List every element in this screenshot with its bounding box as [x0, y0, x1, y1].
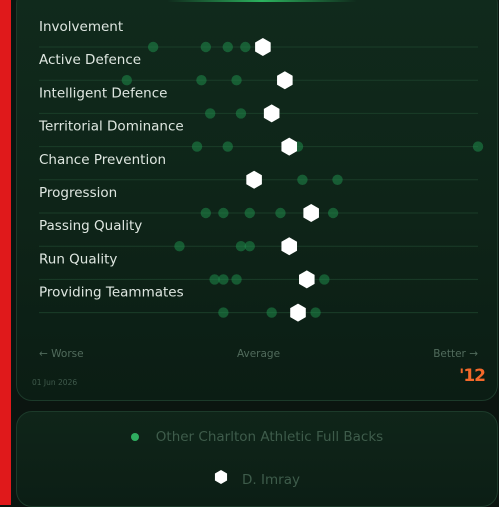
player-marker-intelligent-defence	[263, 104, 280, 123]
player-hexagon-chance-prevention	[246, 170, 262, 189]
dot-chart: Involvement Active Defence Intelligent Def…	[32, 19, 484, 387]
footer-date: 01 Jun 2026	[32, 378, 77, 387]
player-marker-passing-quality	[281, 237, 298, 256]
metric-label-active-defence: Active Defence	[39, 52, 141, 68]
metric-label-involvement: Involvement	[39, 19, 123, 35]
peer-dot-passing-quality-0	[174, 241, 185, 252]
peer-dot-run-quality-1	[218, 274, 229, 285]
legend-label-others: Other Charlton Athletic Full Backs	[155, 429, 384, 445]
brand-logo: '12	[459, 366, 486, 386]
peer-dot-progression-0	[200, 207, 212, 219]
peer-dot-providing-teammates-2	[310, 307, 321, 318]
metric-label-passing-quality: Passing Quality	[39, 218, 142, 234]
legend-item-player: D. Imray	[17, 470, 497, 488]
peer-dot-passing-quality-2	[244, 241, 255, 252]
player-hexagon-active-defence	[277, 71, 293, 90]
peer-dot-progression-3	[275, 207, 286, 219]
legend-item-others: Other Charlton Athletic Full Backs	[17, 429, 497, 445]
peer-dot-territorial-dominance-1	[222, 141, 233, 152]
peer-dot-territorial-dominance-0	[191, 141, 203, 152]
legend-label-player: D. Imray	[242, 472, 300, 488]
legend-dot-icon	[130, 433, 139, 441]
player-marker-providing-teammates	[290, 303, 306, 322]
peer-dot-run-quality-2	[231, 274, 242, 285]
peer-dot-progression-2	[244, 207, 255, 219]
peer-dot-providing-teammates-1	[266, 307, 277, 318]
peer-dot-involvement-1	[200, 41, 212, 53]
peer-dot-run-quality-3	[319, 274, 330, 285]
peer-dot-progression-1	[218, 207, 229, 219]
legend-card: Other Charlton Athletic Full Backs D. Im…	[16, 411, 498, 507]
peer-dot-territorial-dominance-3	[472, 141, 484, 152]
player-hexagon-run-quality	[299, 270, 315, 289]
peer-dot-involvement-3	[240, 41, 251, 53]
axis-label-worse: ← Worse	[39, 348, 84, 360]
player-marker-active-defence	[277, 71, 293, 90]
peer-dot-intelligent-defence-0	[205, 108, 216, 119]
player-hexagon-territorial-dominance	[281, 137, 298, 156]
metric-label-progression: Progression	[39, 185, 117, 201]
peer-dot-involvement-0	[147, 41, 159, 53]
hexagon-icon	[214, 470, 228, 484]
metric-label-providing-teammates: Providing Teammates	[39, 285, 184, 301]
peer-dot-chance-prevention-1	[332, 174, 343, 185]
peer-dot-active-defence-1	[196, 75, 207, 86]
player-marker-involvement	[255, 38, 271, 56]
player-hexagon-intelligent-defence	[263, 104, 280, 123]
player-hexagon-providing-teammates	[290, 303, 306, 322]
peer-dot-intelligent-defence-1	[235, 108, 247, 119]
player-marker-run-quality	[299, 270, 315, 289]
metric-label-run-quality: Run Quality	[39, 251, 117, 267]
peer-dot-active-defence-2	[231, 75, 242, 86]
peer-dot-progression-4	[327, 207, 339, 219]
player-marker-progression	[303, 204, 319, 222]
peer-dot-active-defence-0	[121, 75, 132, 86]
axis-label-average: Average	[237, 348, 280, 360]
metric-label-intelligent-defence: Intelligent Defence	[39, 85, 167, 101]
accent-bar	[0, 0, 11, 505]
player-marker-chance-prevention	[246, 170, 262, 189]
player-hexagon-progression	[303, 204, 319, 222]
metric-label-territorial-dominance: Territorial Dominance	[38, 119, 184, 135]
chart-card: Involvement Active Defence Intelligent Def…	[16, 0, 498, 401]
axis-label-better: Better →	[433, 348, 478, 360]
player-hexagon-involvement	[255, 38, 271, 56]
peer-dot-providing-teammates-0	[218, 307, 229, 318]
metric-label-chance-prevention: Chance Prevention	[39, 152, 166, 168]
peer-dot-involvement-2	[222, 41, 233, 53]
player-marker-territorial-dominance	[281, 137, 298, 156]
peer-dot-chance-prevention-0	[297, 174, 308, 185]
player-hexagon-passing-quality	[281, 237, 298, 256]
